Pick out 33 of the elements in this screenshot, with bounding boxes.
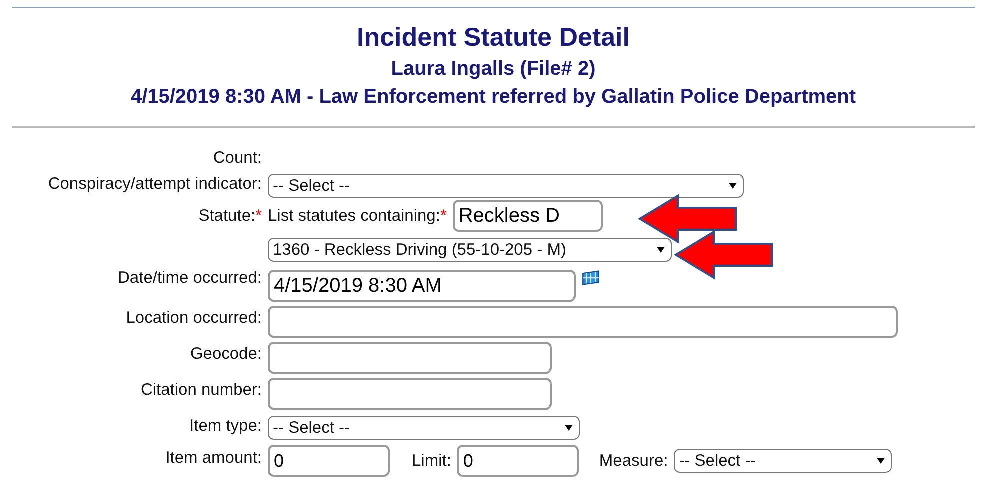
field-label: Citation number: (140, 381, 262, 399)
field-label: Measure: (599, 452, 668, 470)
caret-icon (877, 458, 886, 464)
page-subtitle: Laura Ingalls (File# 2) (390, 57, 597, 82)
required-mark: * (256, 207, 262, 225)
field-label: Count: (213, 149, 262, 167)
caret-icon (565, 425, 573, 431)
text-field[interactable] (268, 378, 552, 410)
text-field[interactable] (268, 342, 552, 374)
statute-dropdown[interactable]: 1360 - Reckless Driving (55-10-205 - M) (268, 238, 672, 262)
date-field[interactable]: 4/15/2019 8:30 AM (268, 270, 576, 302)
measure-dropdown[interactable]: -- Select -- (674, 449, 892, 473)
select-dropdown[interactable]: -- Select -- (268, 416, 580, 440)
field-label: Date/time occurred: (118, 269, 262, 287)
caret-icon (657, 247, 665, 253)
field-label: Item type: (190, 417, 262, 435)
item-amount-field[interactable]: 0 (268, 445, 390, 477)
required-mark: * (440, 206, 447, 226)
text-field[interactable] (268, 306, 898, 338)
select-dropdown[interactable]: -- Select -- (268, 174, 744, 198)
field-label: Item amount: (166, 449, 262, 467)
limit-field[interactable]: 0 (457, 445, 580, 477)
field-label: Geocode: (190, 345, 262, 363)
calendar-icon[interactable] (582, 270, 600, 286)
field-label: Statute: (198, 207, 256, 225)
statute-search-field[interactable]: Reckless D (452, 200, 603, 232)
field-label: Conspiracy/attempt indicator: (48, 175, 262, 193)
search-label: List statutes containing: (268, 206, 440, 226)
page-title: Incident Statute Detail (356, 21, 632, 54)
field-label: Location occurred: (126, 309, 262, 327)
field-label: Limit: (412, 452, 452, 470)
caret-icon (729, 183, 737, 189)
incident-summary: 4/15/2019 8:30 AM - Law Enforcement referred by Gallatin Police Department (130, 85, 858, 110)
